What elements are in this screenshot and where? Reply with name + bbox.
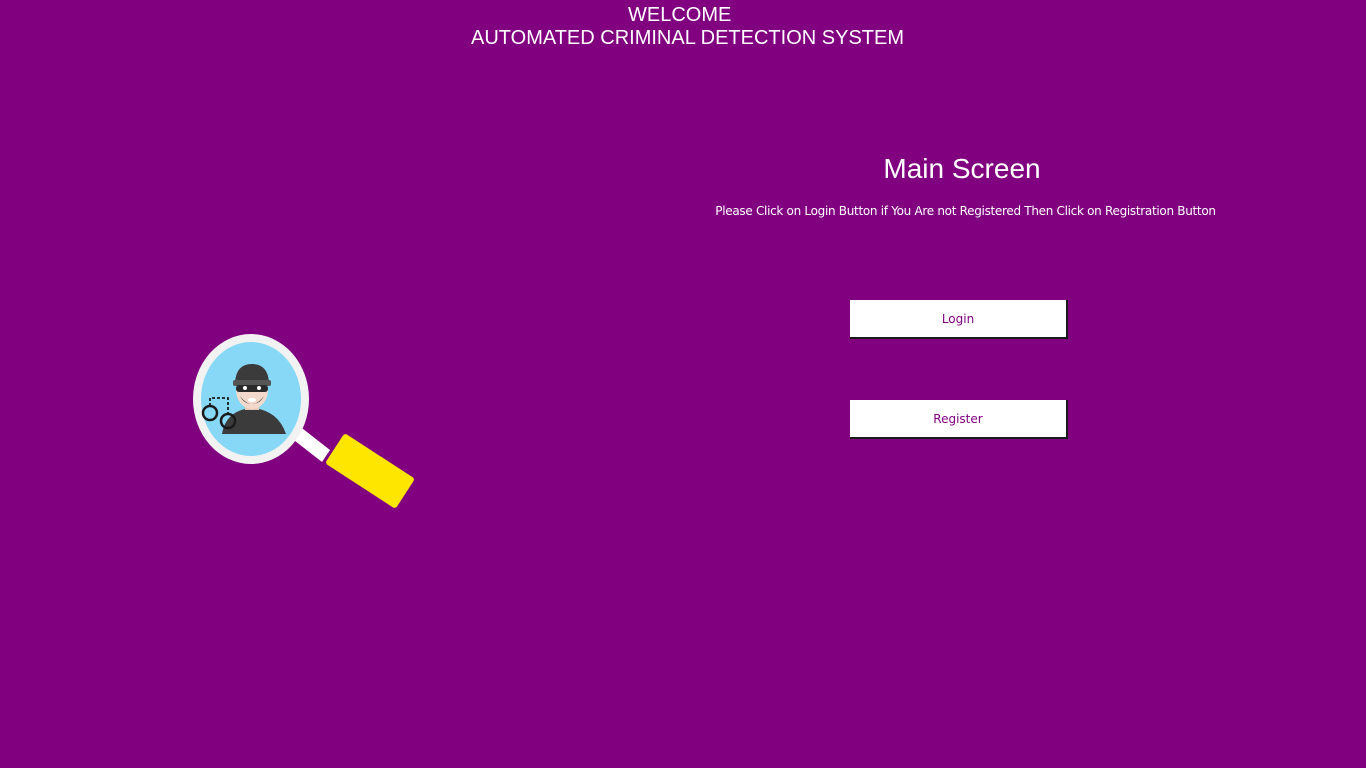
register-button[interactable]: Register bbox=[850, 400, 1068, 439]
instructions-text: Please Click on Login Button if You Are … bbox=[715, 204, 1216, 218]
page-title: Main Screen bbox=[883, 153, 1041, 184]
magnifier-criminal-icon bbox=[190, 330, 420, 515]
login-button[interactable]: Login bbox=[850, 300, 1068, 339]
welcome-text: WELCOME bbox=[628, 4, 732, 26]
system-title: AUTOMATED CRIMINAL DETECTION SYSTEM bbox=[471, 27, 904, 49]
